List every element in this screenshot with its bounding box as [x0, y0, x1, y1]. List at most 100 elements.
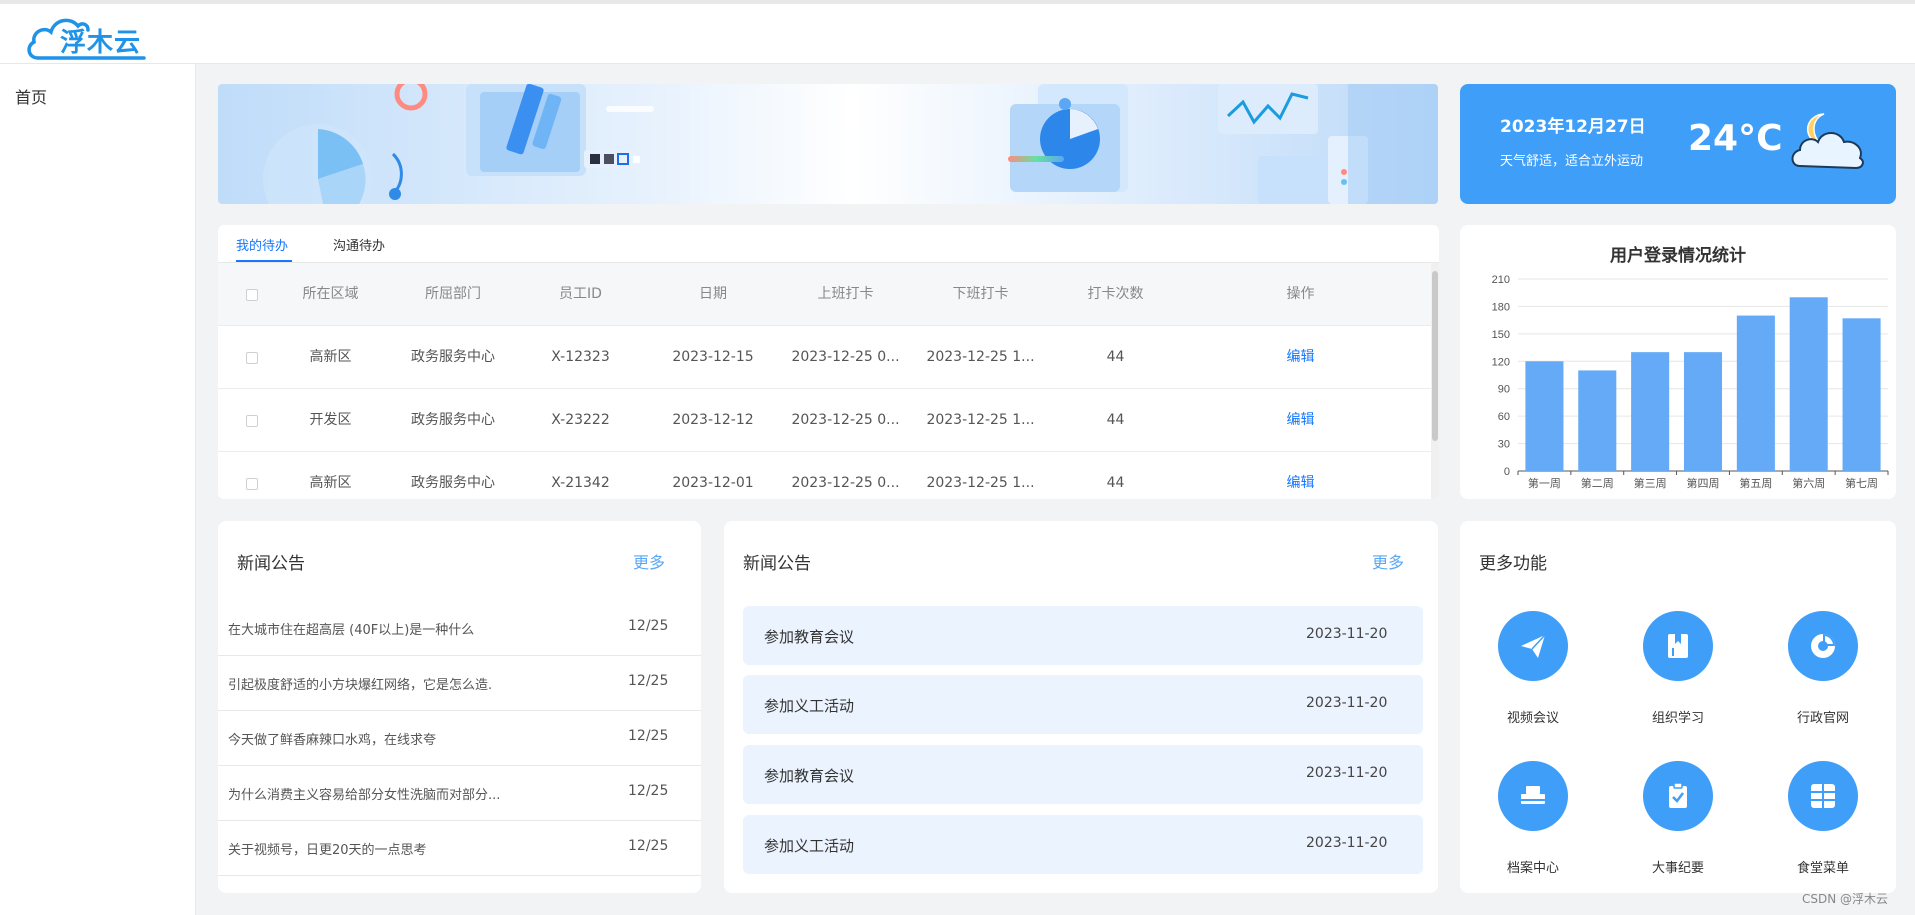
function-admin-site[interactable]: 行政官网 — [1763, 611, 1883, 741]
news-list-item[interactable]: 参加教育会议 2023-11-20 — [743, 606, 1423, 665]
table-scrollbar[interactable] — [1431, 263, 1439, 499]
login-stats-chart-card: 用户登录情况统计 0 30 60 90 120 150 180 210 第一周 第二周 第三周 第四周… — [1460, 225, 1896, 499]
bar — [1842, 318, 1881, 471]
archive-icon — [1521, 786, 1545, 804]
row-checkbox[interactable] — [246, 478, 258, 490]
column-header: 日期 — [699, 286, 727, 302]
news-item-date: 12/25 — [628, 783, 669, 799]
y-tick-label: 120 — [1492, 356, 1510, 368]
bar — [1578, 370, 1617, 471]
news-list-item[interactable]: 参加教育会议 2023-11-20 — [743, 745, 1423, 804]
news-list-item[interactable]: 为什么消费主义容易给部分女性洗脑而对部分... 12/25 — [218, 766, 701, 821]
news-list-item[interactable]: 今天做了鲜香麻辣口水鸡，在线求夸 12/25 — [218, 711, 701, 766]
cell-clock-in: 2023-12-25 0... — [791, 349, 900, 365]
cell-date: 2023-12-01 — [672, 475, 754, 491]
select-all-checkbox[interactable] — [246, 289, 258, 301]
paper-plane-icon — [1521, 634, 1546, 658]
y-tick-label: 0 — [1504, 466, 1510, 478]
edit-link[interactable]: 编辑 — [1178, 389, 1423, 452]
row-checkbox[interactable] — [246, 415, 258, 427]
column-header: 上班打卡 — [817, 286, 874, 302]
cell-clock-out: 2023-12-25 1... — [926, 349, 1035, 365]
book-icon — [1668, 634, 1688, 658]
weather-description: 天气舒适，适合立外运动 — [1500, 154, 1644, 169]
logo[interactable]: 浮木云 — [24, 10, 154, 64]
column-header: 打卡次数 — [1087, 286, 1144, 302]
cell-department: 政务服务中心 — [411, 412, 495, 428]
news-list-item[interactable]: 关于视频号，日更20天的一点思考 12/25 — [218, 821, 701, 876]
bar — [1736, 315, 1775, 471]
more-functions-card: 更多功能 视频会议 组织学习 行政官网 档案中心 大事纪要 食堂菜单 — [1460, 521, 1896, 893]
edit-link[interactable]: 编辑 — [1178, 452, 1423, 499]
top-header: 浮木云 — [0, 0, 1915, 64]
function-video-meeting[interactable]: 视频会议 — [1473, 611, 1593, 741]
cell-count: 44 — [1106, 475, 1125, 491]
table-header-row: 所在区域 所屈部门 员工ID 日期 上班打卡 下班打卡 打卡次数 操作 — [218, 263, 1431, 326]
y-tick-label: 150 — [1492, 329, 1510, 341]
clipboard-check-icon — [1669, 782, 1687, 808]
more-link[interactable]: 更多 — [633, 549, 665, 573]
news-item-date: 12/25 — [628, 618, 669, 634]
news-item-title: 在大城市住在超高层 (40F以上)是一种什么 — [228, 623, 475, 638]
cell-date: 2023-12-12 — [672, 412, 754, 428]
more-link[interactable]: 更多 — [1372, 549, 1404, 573]
news-item-date: 2023-11-20 — [1306, 765, 1388, 781]
cell-employee-id: X-21342 — [551, 475, 610, 491]
functions-title: 更多功能 — [1479, 554, 1547, 574]
banner-illustration — [218, 84, 1438, 204]
news-item-title: 参加教育会议 — [764, 628, 855, 646]
news-item-title: 为什么消费主义容易给部分女性洗脑而对部分... — [228, 788, 501, 803]
function-icon-circle — [1498, 611, 1568, 681]
todo-tabs: 我的待办 沟通待办 — [218, 225, 1439, 263]
cell-date: 2023-12-15 — [672, 349, 754, 365]
table-row: 高新区 政务服务中心 X-12323 2023-12-15 2023-12-25… — [218, 326, 1431, 389]
news-item-title: 今天做了鲜香麻辣口水鸡，在线求夸 — [228, 733, 437, 748]
news-item-title: 关于视频号，日更20天的一点思考 — [228, 843, 427, 858]
news-list-item[interactable]: 在大城市住在超高层 (40F以上)是一种什么 12/25 — [218, 601, 701, 656]
function-canteen-menu[interactable]: 食堂菜单 — [1763, 761, 1883, 891]
cell-area: 高新区 — [309, 475, 352, 491]
x-tick-label: 第七周 — [1845, 476, 1878, 490]
tab-communication-todo[interactable]: 沟通待办 — [333, 235, 385, 254]
news-list-item[interactable]: 参加义工活动 2023-11-20 — [743, 815, 1423, 874]
news-item-date: 12/25 — [628, 673, 669, 689]
news-title: 新闻公告 — [237, 554, 305, 574]
news-item-date: 2023-11-20 — [1306, 695, 1388, 711]
function-icon-circle — [1643, 761, 1713, 831]
news-card-left: 新闻公告 更多 在大城市住在超高层 (40F以上)是一种什么 12/25 引起极… — [218, 521, 701, 893]
function-icon-circle — [1498, 761, 1568, 831]
y-tick-label: 60 — [1498, 411, 1510, 423]
y-tick-label: 210 — [1492, 274, 1510, 286]
news-item-title: 参加义工活动 — [764, 697, 855, 715]
function-label: 大事纪要 — [1651, 861, 1704, 876]
sidebar-item-home[interactable]: 首页 — [15, 84, 47, 108]
column-header: 所在区域 — [302, 286, 359, 302]
cell-clock-out: 2023-12-25 1... — [926, 475, 1035, 491]
news-list-item[interactable]: 引起极度舒适的小方块爆红网络，它是怎么造. 12/25 — [218, 656, 701, 711]
weather-date: 2023年12月27日 — [1500, 117, 1646, 137]
dashboard-illustration — [263, 84, 1438, 204]
row-checkbox[interactable] — [246, 352, 258, 364]
todo-table-card: 我的待办 沟通待办 所在区域 所屈部门 员工ID 日期 上班打卡 下班打卡 打卡… — [218, 225, 1439, 499]
cell-count: 44 — [1106, 412, 1125, 428]
news-item-date: 12/25 — [628, 728, 669, 744]
function-icon-circle — [1643, 611, 1713, 681]
column-header: 操作 — [1286, 286, 1315, 302]
news-title: 新闻公告 — [743, 554, 811, 574]
function-org-learning[interactable]: 组织学习 — [1618, 611, 1738, 741]
news-list-item[interactable]: 参加义工活动 2023-11-20 — [743, 675, 1423, 734]
function-archive-center[interactable]: 档案中心 — [1473, 761, 1593, 891]
bar — [1525, 361, 1564, 471]
edit-link[interactable]: 编辑 — [1178, 326, 1423, 389]
news-card-middle: 新闻公告 更多 参加教育会议 2023-11-20 参加义工活动 2023-11… — [724, 521, 1438, 893]
table-row: 高新区 政务服务中心 X-21342 2023-12-01 2023-12-25… — [218, 452, 1431, 499]
function-major-events[interactable]: 大事纪要 — [1618, 761, 1738, 891]
cell-area: 高新区 — [309, 349, 352, 365]
sidebar: 首页 — [0, 64, 196, 915]
scrollbar-thumb[interactable] — [1432, 271, 1438, 441]
news-item-date: 2023-11-20 — [1306, 835, 1388, 851]
function-label: 档案中心 — [1506, 861, 1559, 876]
watermark-text: CSDN @浮木云 — [1802, 892, 1889, 906]
tab-my-todo[interactable]: 我的待办 — [236, 235, 288, 254]
cell-department: 政务服务中心 — [411, 475, 495, 491]
